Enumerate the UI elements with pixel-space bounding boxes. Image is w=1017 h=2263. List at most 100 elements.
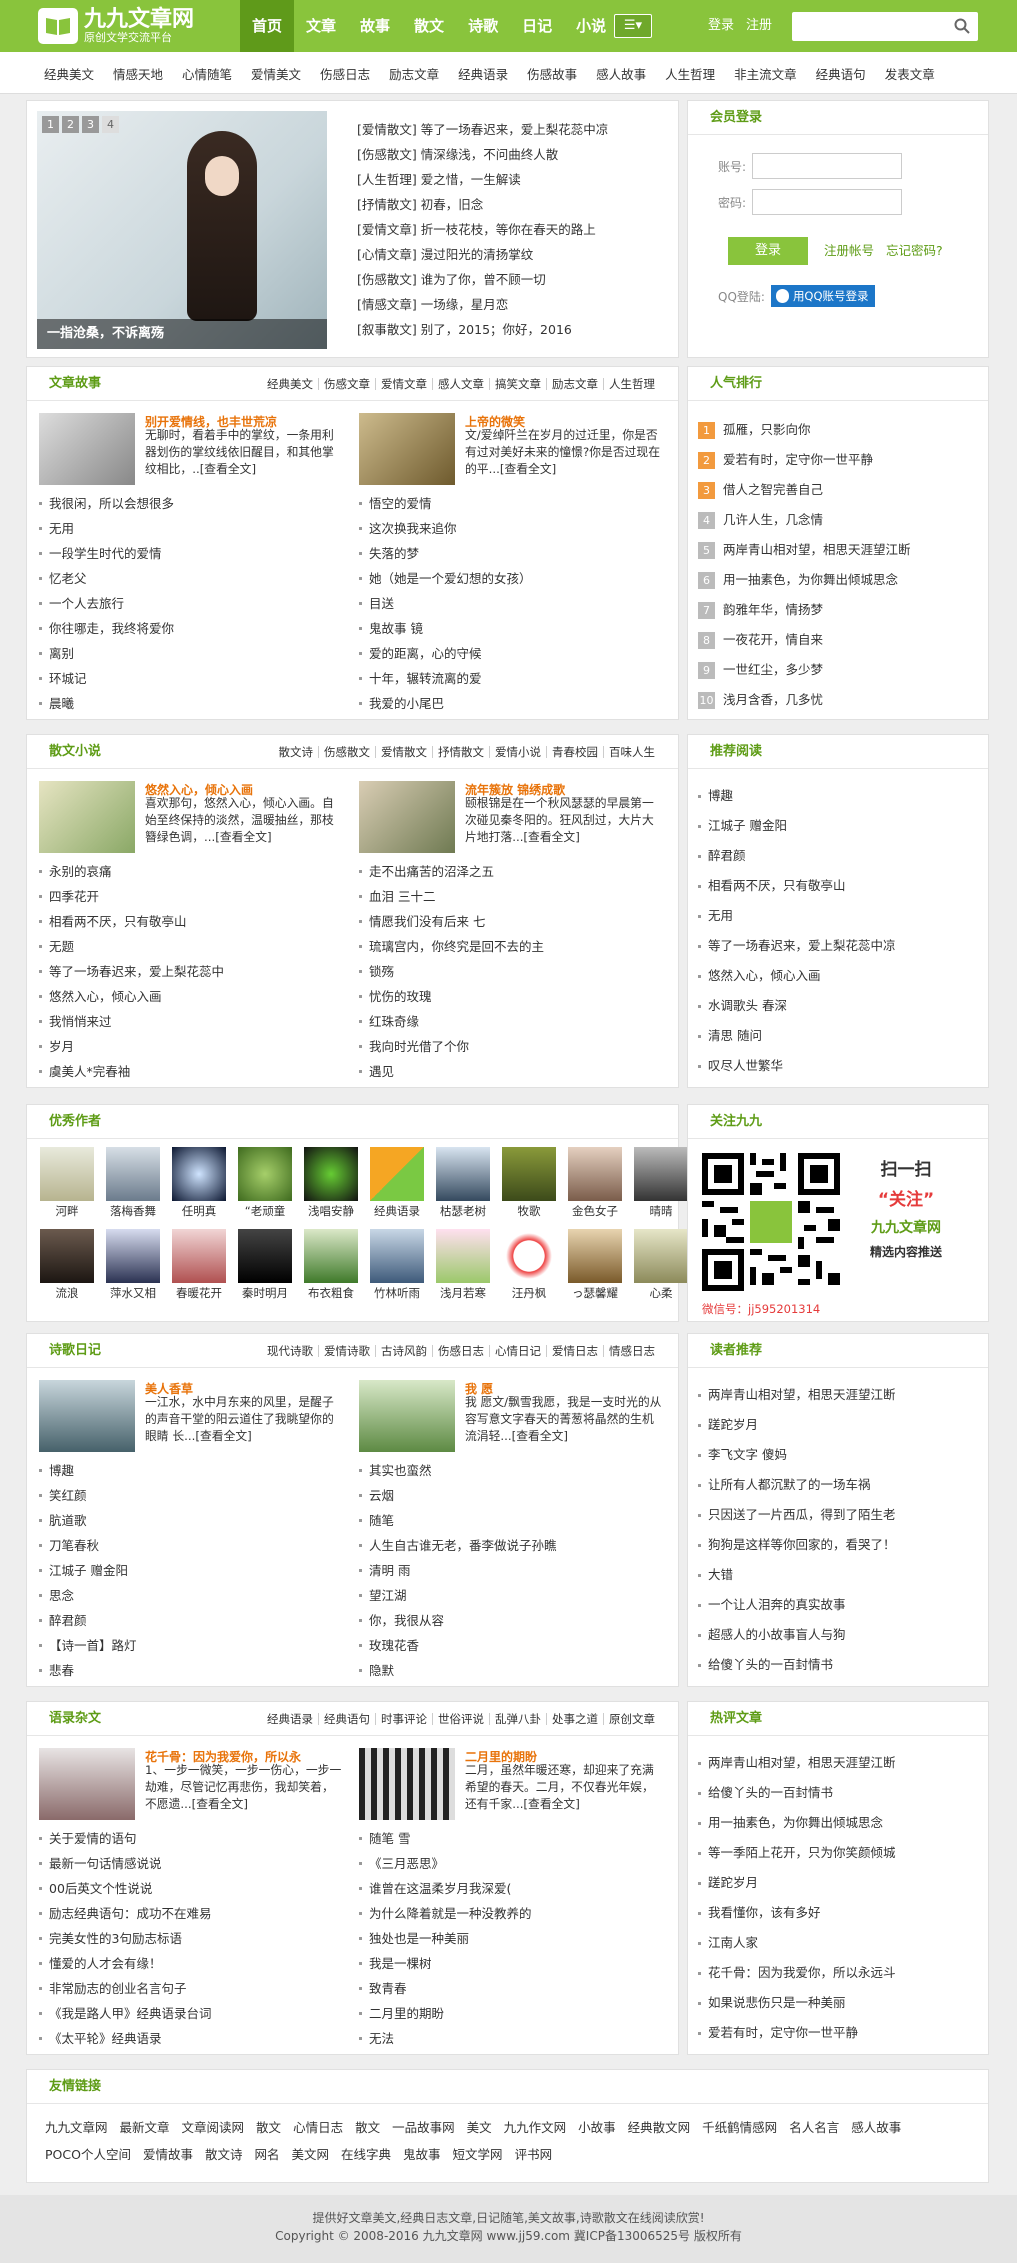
friend-link[interactable]: 心情日志 <box>293 2114 343 2141</box>
story-thumbnail[interactable] <box>39 413 135 485</box>
list-item[interactable]: 完美女性的3句励志标语 <box>39 1926 349 1951</box>
list-item[interactable]: 醉君颜 <box>698 841 943 871</box>
friend-link[interactable]: 散文诗 <box>205 2141 243 2168</box>
author-name[interactable]: 流浪 <box>35 1283 99 1303</box>
list-item[interactable]: 两岸青山相对望，相思天涯望江断 <box>698 1748 943 1778</box>
section-tab[interactable]: 伤感散文 <box>318 746 375 758</box>
friend-link[interactable]: 爱情故事 <box>143 2141 193 2168</box>
category-link[interactable]: 非主流文章 <box>734 64 797 83</box>
headline-link[interactable]: [爱情散文] 等了一场春迟来，爱上梨花蕊中凉 <box>357 117 687 142</box>
list-item[interactable]: 我爱的小尾巴 <box>359 691 669 716</box>
list-item[interactable]: 其实也蛮然 <box>359 1458 669 1483</box>
nav-item-poetry[interactable]: 诗歌 <box>456 0 510 52</box>
story-thumbnail[interactable] <box>359 1380 455 1452</box>
register-link[interactable]: 注册 <box>746 18 772 33</box>
list-item[interactable]: 一段学生时代的爱情 <box>39 541 349 566</box>
list-item[interactable]: 望江湖 <box>359 1583 669 1608</box>
category-link[interactable]: 伤感日志 <box>320 64 370 83</box>
author-name[interactable]: っ瑟馨耀 <box>563 1283 627 1303</box>
rank-item[interactable]: 2 爱若有时，定守你一世平静 <box>698 445 943 475</box>
headline-link[interactable]: [叙事散文] 别了，2015；你好，2016 <box>357 317 687 342</box>
category-link[interactable]: 经典美文 <box>44 64 94 83</box>
author-card[interactable]: 春暖花开 <box>167 1229 231 1303</box>
list-item[interactable]: 鬼故事 镜 <box>359 616 669 641</box>
friend-link[interactable]: 小故事 <box>578 2114 616 2141</box>
avatar[interactable] <box>40 1147 94 1201</box>
list-item[interactable]: 致青春 <box>359 1976 669 2001</box>
list-item[interactable]: 懂爱的人才会有缘！ <box>39 1951 349 1976</box>
section-tab[interactable]: 散文诗 <box>274 746 319 758</box>
list-item[interactable]: 如果说悲伤只是一种美丽 <box>698 1988 943 2018</box>
slider-page-button[interactable]: 2 <box>62 116 79 133</box>
author-name[interactable]: 经典语录 <box>365 1201 429 1221</box>
headline-link[interactable]: [抒情散文] 初春，旧念 <box>357 192 687 217</box>
author-card[interactable]: 经典语录 <box>365 1147 429 1221</box>
list-item[interactable]: 博趣 <box>39 1458 349 1483</box>
list-item[interactable]: 醉君颜 <box>39 1608 349 1633</box>
list-item[interactable]: 晨曦 <box>39 691 349 716</box>
category-link[interactable]: 情感天地 <box>113 64 163 83</box>
author-card[interactable]: 晴晴 <box>629 1147 693 1221</box>
list-item[interactable]: 走不出痛苦的沼泽之五 <box>359 859 669 884</box>
avatar[interactable] <box>172 1229 226 1283</box>
avatar[interactable] <box>238 1229 292 1283</box>
headline-link[interactable]: [爱情文章] 折一枝花枝，等你在春天的路上 <box>357 217 687 242</box>
list-item[interactable]: 00后英文个性说说 <box>39 1876 349 1901</box>
list-item[interactable]: 目送 <box>359 591 669 616</box>
author-name[interactable]: 心柔 <box>629 1283 693 1303</box>
login-link[interactable]: 登录 <box>708 18 734 33</box>
section-tab[interactable]: 经典语句 <box>318 1713 375 1725</box>
headline-link[interactable]: [人生哲理] 爱之惜，一生解读 <box>357 167 687 192</box>
list-item[interactable]: 红珠奇缘 <box>359 1009 669 1034</box>
friend-link[interactable]: 千纸鹤情感网 <box>702 2114 777 2141</box>
list-item[interactable]: 狗狗是这样等你回家的，看哭了！ <box>698 1530 943 1560</box>
category-link[interactable]: 心情随笔 <box>182 64 232 83</box>
nav-item-home[interactable]: 首页 <box>240 0 295 52</box>
site-logo[interactable]: 九九文章网 原创文学交流平台 <box>38 6 194 46</box>
list-item[interactable]: 《太平轮》经典语录 <box>39 2026 349 2051</box>
list-item[interactable]: 相看两不厌，只有敬亭山 <box>698 871 943 901</box>
rank-item[interactable]: 5 两岸青山相对望，相思天涯望江断 <box>698 535 943 565</box>
section-tab[interactable]: 百味人生 <box>603 746 660 758</box>
list-item[interactable]: 等了一场春迟来，爱上梨花蕊中 <box>39 959 349 984</box>
author-card[interactable]: 秦时明月 <box>233 1229 297 1303</box>
section-tab[interactable]: 爱情文章 <box>375 378 432 390</box>
list-item[interactable]: 让所有人都沉默了的一场车祸 <box>698 1470 943 1500</box>
slider-page-button[interactable]: 3 <box>82 116 99 133</box>
rank-title[interactable]: 爱若有时，定守你一世平静 <box>723 445 873 475</box>
friend-link[interactable]: POCO个人空间 <box>45 2141 131 2168</box>
forgot-password-link[interactable]: 忘记密码? <box>886 243 943 258</box>
avatar[interactable] <box>502 1229 556 1283</box>
author-card[interactable]: 落梅香舞 <box>101 1147 165 1221</box>
section-tab[interactable]: 抒情散文 <box>432 746 489 758</box>
author-name[interactable]: 浅月若寒 <box>431 1283 495 1303</box>
friend-link[interactable]: 网名 <box>254 2141 279 2168</box>
rank-item[interactable]: 3 借人之智完善自己 <box>698 475 943 505</box>
avatar[interactable] <box>370 1229 424 1283</box>
section-tab[interactable]: 古诗风韵 <box>375 1345 432 1357</box>
author-card[interactable]: 流浪 <box>35 1229 99 1303</box>
friend-link[interactable]: 评书网 <box>515 2141 553 2168</box>
author-name[interactable]: “老顽童 <box>233 1201 297 1221</box>
account-input[interactable] <box>752 153 903 179</box>
list-item[interactable]: 叹尽人世繁华 <box>698 1051 943 1081</box>
list-item[interactable]: 锁殇 <box>359 959 669 984</box>
list-item[interactable]: 我是一棵树 <box>359 1951 669 1976</box>
list-item[interactable]: 琉璃宫内，你终究是回不去的主 <box>359 934 669 959</box>
list-item[interactable]: 《三月恶思》 <box>359 1851 669 1876</box>
friend-link[interactable]: 九九文章网 <box>45 2114 108 2141</box>
rank-title[interactable]: 浅月含香，几多忧 <box>723 685 823 715</box>
author-name[interactable]: 晴晴 <box>629 1201 693 1221</box>
author-name[interactable]: 枯瑟老树 <box>431 1201 495 1221</box>
section-tab[interactable]: 搞笑文章 <box>489 378 546 390</box>
section-tab[interactable]: 情感日志 <box>603 1345 660 1357</box>
author-name[interactable]: 任明真 <box>167 1201 231 1221</box>
author-name[interactable]: 落梅香舞 <box>101 1201 165 1221</box>
avatar[interactable] <box>568 1147 622 1201</box>
list-item[interactable]: 爱若有时，定守你一世平静 <box>698 2018 943 2048</box>
section-tab[interactable]: 伤感日志 <box>432 1345 489 1357</box>
story-thumbnail[interactable] <box>39 1748 135 1820</box>
list-item[interactable]: 蹉跎岁月 <box>698 1410 943 1440</box>
author-card[interactable]: 金色女子 <box>563 1147 627 1221</box>
list-item[interactable]: 蹉跎岁月 <box>698 1868 943 1898</box>
